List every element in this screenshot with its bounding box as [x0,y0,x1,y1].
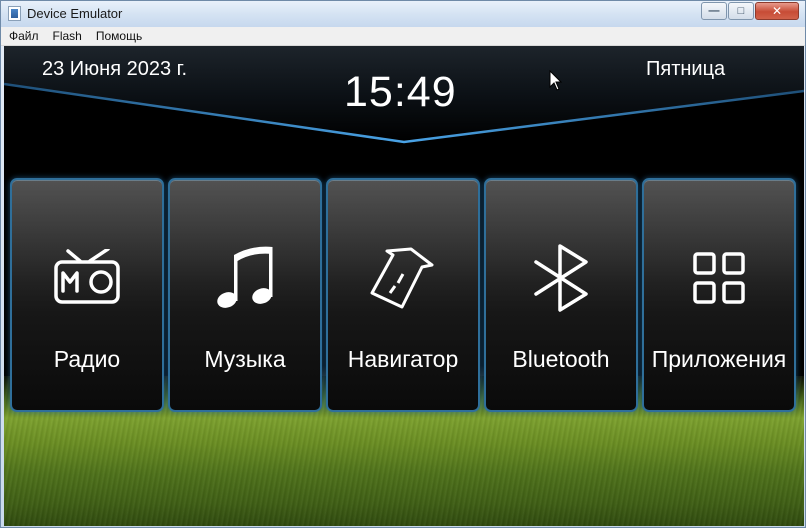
close-icon: ✕ [771,4,783,18]
app-window-icon [8,6,21,21]
app-tiles: Радио Музыка Навигатор Bluetooth Приложе… [10,178,804,414]
tile-apps-label: Приложения [651,346,787,372]
minimize-icon: — [708,5,720,17]
window-title: Device Emulator [27,6,123,21]
date-display: 23 Июня 2023 г. [42,58,188,80]
tile-bluetooth-label: Bluetooth [512,346,610,372]
bluetooth-icon [486,242,636,314]
weekday-display: Пятница [646,58,726,80]
clock-display: 15:49 [344,68,457,116]
emulator-window: Device Emulator — □ ✕ Файл Flash Помощь [0,0,806,528]
device-screen[interactable]: 23 Июня 2023 г. 15:49 Пятница Радио Музы… [4,46,804,526]
title-bar[interactable]: Device Emulator — □ ✕ [1,1,805,27]
tile-music-label: Музыка [204,346,286,372]
menu-help[interactable]: Помощь [90,29,148,43]
tile-navigator-label: Навигатор [347,346,459,372]
mouse-cursor-icon [549,70,563,91]
tile-apps[interactable]: Приложения [642,178,796,412]
radio-icon [12,242,162,314]
menu-file[interactable]: Файл [3,29,45,43]
tile-radio-label: Радио [53,346,121,372]
maximize-button[interactable]: □ [728,2,754,20]
menu-bar: Файл Flash Помощь [1,27,805,46]
window-controls: — □ ✕ [700,2,799,20]
tile-navigator[interactable]: Навигатор [326,178,480,412]
navigation-arrow-icon [328,242,478,314]
apps-grid-icon [644,242,794,314]
menu-flash[interactable]: Flash [47,29,88,43]
tile-music[interactable]: Музыка [168,178,322,412]
tile-bluetooth[interactable]: Bluetooth [484,178,638,412]
music-note-icon [170,242,320,314]
tile-radio[interactable]: Радио [10,178,164,412]
minimize-button[interactable]: — [701,2,727,20]
maximize-icon: □ [737,5,745,17]
close-button[interactable]: ✕ [755,2,799,20]
